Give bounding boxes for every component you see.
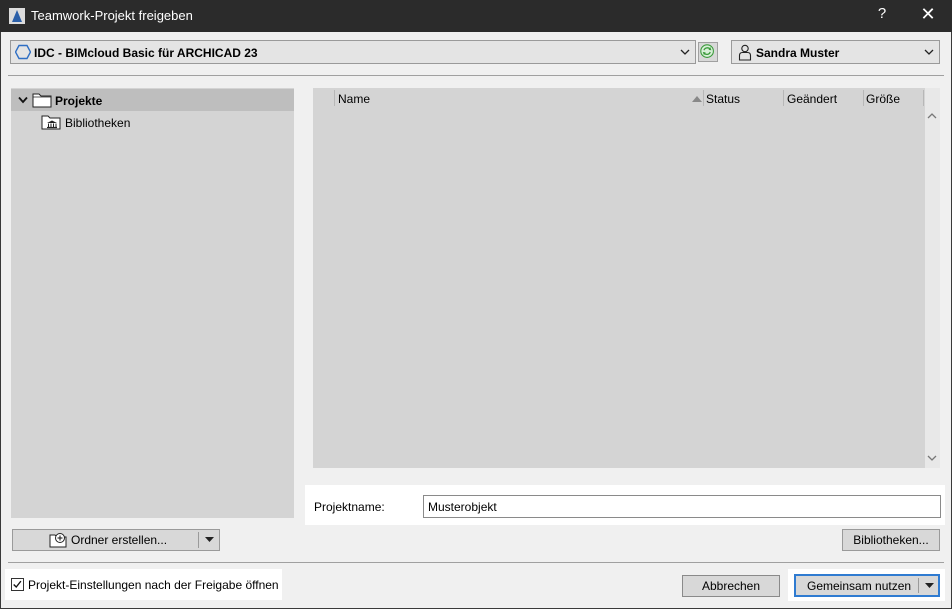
- column-header-status[interactable]: Status: [706, 92, 740, 106]
- expand-arrow-icon[interactable]: [17, 94, 29, 106]
- dropdown-arrow-icon[interactable]: [205, 537, 214, 543]
- tree-item-bibliotheken[interactable]: Bibliotheken: [11, 111, 294, 133]
- scroll-down-icon[interactable]: [927, 454, 937, 462]
- server-dropdown-label: IDC - BIMcloud Basic für ARCHICAD 23: [34, 46, 258, 60]
- open-settings-checkbox[interactable]: [11, 578, 24, 591]
- chevron-down-icon: [680, 49, 690, 55]
- split-divider: [918, 578, 919, 593]
- column-divider: [923, 90, 924, 106]
- split-divider: [198, 532, 199, 548]
- file-list[interactable]: Name Status Geändert Größe: [313, 88, 925, 468]
- create-folder-label: Ordner erstellen...: [71, 533, 168, 547]
- column-divider: [334, 90, 335, 106]
- separator: [8, 562, 944, 563]
- bimcloud-hexagon-icon: [15, 44, 31, 60]
- dropdown-arrow-icon[interactable]: [925, 583, 934, 589]
- folder-icon: [32, 93, 52, 108]
- project-name-panel: Projektname:: [305, 485, 945, 525]
- open-settings-label: Projekt-Einstellungen nach der Freigabe …: [28, 578, 279, 592]
- sync-button[interactable]: [698, 42, 718, 62]
- column-divider: [863, 90, 864, 106]
- libraries-button[interactable]: Bibliotheken...: [842, 529, 940, 551]
- column-header-name[interactable]: Name: [338, 92, 370, 106]
- create-folder-split-button[interactable]: Ordner erstellen...: [12, 529, 220, 551]
- refresh-icon: [700, 44, 714, 58]
- library-folder-icon: [41, 115, 61, 130]
- cancel-button[interactable]: Abbrechen: [682, 575, 780, 597]
- separator: [8, 75, 944, 76]
- column-header-changed[interactable]: Geändert: [787, 92, 837, 106]
- column-divider: [783, 90, 784, 106]
- folder-tree[interactable]: Projekte Bibliotheken: [11, 88, 294, 518]
- window-title: Teamwork-Projekt freigeben: [31, 8, 193, 23]
- user-dropdown-label: Sandra Muster: [756, 46, 840, 60]
- user-dropdown[interactable]: Sandra Muster: [731, 40, 940, 64]
- project-name-label: Projektname:: [314, 500, 385, 514]
- close-button[interactable]: ✕: [916, 4, 940, 28]
- checkmark-icon: [13, 580, 22, 589]
- scroll-up-icon[interactable]: [927, 112, 937, 120]
- user-icon: [738, 44, 752, 61]
- server-dropdown[interactable]: IDC - BIMcloud Basic für ARCHICAD 23: [10, 40, 696, 64]
- new-folder-icon: [49, 533, 67, 548]
- tree-item-label: Projekte: [55, 94, 103, 108]
- share-button-focus-area: Gemeinsam nutzen: [788, 569, 945, 601]
- sort-ascending-icon: [692, 96, 702, 102]
- open-settings-option[interactable]: Projekt-Einstellungen nach der Freigabe …: [5, 569, 282, 600]
- project-name-input[interactable]: [423, 495, 941, 518]
- chevron-down-icon: [924, 49, 934, 55]
- tree-item-projekte[interactable]: Projekte: [11, 89, 294, 111]
- share-button-label[interactable]: Gemeinsam nutzen: [807, 579, 911, 593]
- vertical-scrollbar[interactable]: [925, 88, 940, 468]
- title-bar: Teamwork-Projekt freigeben ? ✕: [0, 0, 952, 32]
- help-button[interactable]: ?: [872, 5, 892, 27]
- archicad-logo-icon: [9, 8, 25, 24]
- column-divider: [703, 90, 704, 106]
- share-split-button[interactable]: Gemeinsam nutzen: [794, 574, 940, 597]
- column-header-size[interactable]: Größe: [866, 92, 900, 106]
- create-folder-button[interactable]: Ordner erstellen...: [13, 530, 198, 550]
- tree-item-label: Bibliotheken: [65, 116, 131, 130]
